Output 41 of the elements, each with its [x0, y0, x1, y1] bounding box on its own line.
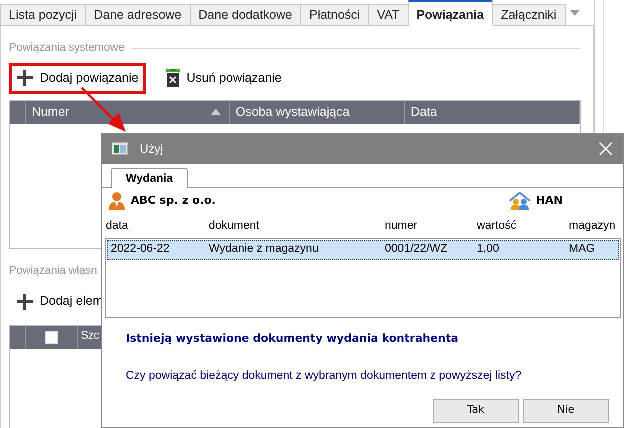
- message-heading: Istnieją wystawione dokumenty wydania kontrahenta: [126, 331, 460, 347]
- tab[interactable]: Powiązania: [408, 0, 494, 26]
- annotation-arrow: [81, 87, 126, 132]
- column-header[interactable]: dokument: [209, 218, 385, 234]
- plus-icon: [16, 292, 34, 310]
- group-title: Powiązania własn: [9, 264, 98, 280]
- tab[interactable]: Płatności: [300, 4, 370, 25]
- dropdown-arrow-icon[interactable]: [570, 10, 580, 16]
- tab[interactable]: Dane adresowe: [85, 4, 191, 25]
- table-row[interactable]: 2022-06-22 Wydanie z magazynu 0001/22/WZ 1,00 MAG: [107, 240, 619, 260]
- close-icon[interactable]: [599, 142, 613, 156]
- column-header[interactable]: data: [106, 218, 209, 234]
- column-header[interactable]: numer: [385, 218, 477, 234]
- column-header[interactable]: wartość: [477, 218, 569, 234]
- table-cell-text: Wydanie z magazynu: [209, 242, 320, 258]
- toolbar-button[interactable]: Usuń powiązanie: [158, 62, 289, 94]
- tab[interactable]: Załączniki: [492, 4, 566, 25]
- tab[interactable]: Dane dodatkowe: [190, 4, 302, 25]
- plus-icon: [16, 69, 34, 88]
- table-cell-text: MAG: [569, 242, 596, 258]
- table-cell-text: 2022-06-22: [110, 242, 171, 258]
- toolbar-button[interactable]: Dodaj powiązanie: [9, 62, 146, 94]
- dialog-button[interactable]: Nie: [523, 398, 609, 423]
- tab[interactable]: VAT: [368, 4, 409, 25]
- warehouse-code: HAN: [536, 192, 563, 209]
- tab[interactable]: Wydania: [111, 168, 188, 188]
- window-icon: [112, 142, 128, 156]
- tab[interactable]: Lista pozycji: [0, 4, 86, 25]
- trash-icon: [164, 69, 181, 88]
- table-cell-text: 0001/22/WZ: [385, 242, 449, 258]
- table-cell-text: 1,00: [477, 242, 500, 258]
- checkbox[interactable]: [45, 330, 58, 344]
- customer-name: ABC sp. z o.o.: [131, 192, 216, 209]
- column-header[interactable]: magazyn: [569, 218, 623, 234]
- group-title: Powiązania systemowe: [9, 41, 125, 56]
- dialog-button[interactable]: Tak: [433, 398, 519, 423]
- sort-arrow-icon: [210, 109, 221, 116]
- window-title: Użyj: [140, 141, 164, 158]
- message-text: Czy powiązać bieżący dokument z wybranym dokumentem z powyższej listy?: [126, 368, 523, 384]
- people-icon: [509, 192, 532, 210]
- person-icon: [108, 192, 126, 210]
